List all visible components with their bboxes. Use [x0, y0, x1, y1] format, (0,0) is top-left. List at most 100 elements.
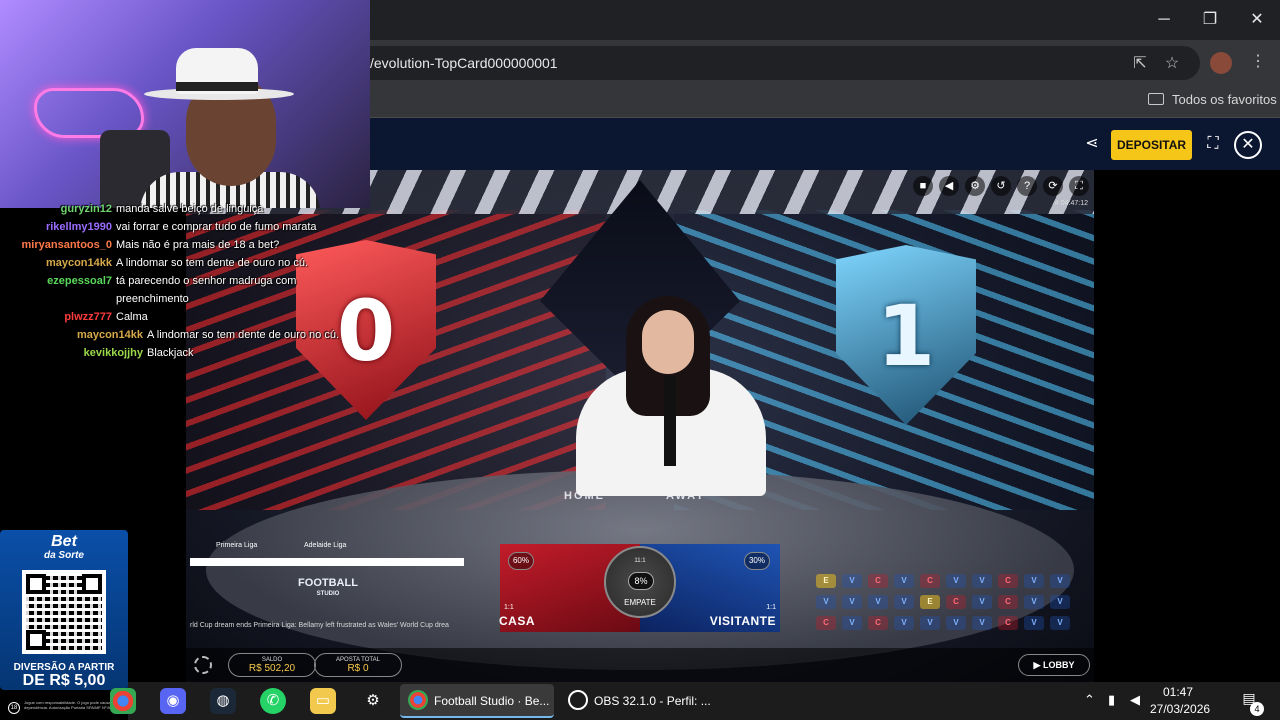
- taskbar-app-football-studio[interactable]: Football Studio · Be...: [400, 684, 554, 718]
- share-icon[interactable]: ⋖: [1082, 134, 1102, 154]
- fullscreen-icon[interactable]: ⛶: [1202, 133, 1224, 155]
- road-result-cell: V: [946, 574, 966, 588]
- settings-icon[interactable]: ⚙: [965, 176, 985, 196]
- volume-icon[interactable]: ◀: [939, 176, 959, 196]
- chat-username[interactable]: maycon14kk: [0, 257, 112, 269]
- tray-chevron-icon[interactable]: ⌃: [1084, 692, 1095, 708]
- home-bet-percent: 60%: [508, 552, 534, 570]
- logo-line1: FOOTBALL: [298, 577, 358, 589]
- bet-tie-area[interactable]: 11:1 8% EMPATE: [604, 546, 676, 618]
- road-result-cell: V: [868, 595, 888, 609]
- chat-message: miryansantoos_0 Mais não é pra mais de 18…: [0, 239, 280, 251]
- age-badge: 18: [8, 702, 20, 714]
- taskbar-app-obs[interactable]: OBS 32.1.0 - Perfil: ...: [560, 684, 714, 718]
- road-result-cell: C: [868, 616, 888, 630]
- chat-text: vai forrar e comprar tudo de fumo marata: [116, 221, 317, 233]
- settings-gear-icon[interactable]: ⚙: [360, 688, 386, 714]
- road-result-cell: V: [920, 616, 940, 630]
- omnibox[interactable]: /evolution-TopCard000000001 ⇱ ☆: [300, 46, 1200, 80]
- install-app-icon[interactable]: ⇱: [1130, 54, 1150, 74]
- chat-text: tá parecendo o senhor madruga com: [116, 275, 297, 287]
- steam-icon[interactable]: ◍: [210, 688, 236, 714]
- news-ticker: rld Cup dream ends Primeira Liga: Bellam…: [190, 622, 449, 629]
- road-result-cell: V: [972, 616, 992, 630]
- road-result-cell: V: [842, 616, 862, 630]
- promo-brand: Bet: [51, 533, 77, 550]
- windows-taskbar: ◉ ◍ ✆ ▭ ⚙ Football Studio · Be... OBS 32…: [110, 682, 1280, 720]
- lobby-button[interactable]: ▶ LOBBY: [1018, 654, 1090, 676]
- bookmark-star-icon[interactable]: ☆: [1162, 54, 1182, 74]
- chat-username[interactable]: miryansantoos_0: [0, 239, 112, 251]
- road-result-cell: V: [894, 616, 914, 630]
- balance-pill: SALDO R$ 502,20: [228, 653, 316, 677]
- screen: ─ ❐ ✕ /evolution-TopCard000000001 ⇱ ☆ ⋮ …: [0, 0, 1280, 720]
- lobby-label: LOBBY: [1042, 660, 1075, 670]
- profile-avatar[interactable]: [1210, 52, 1232, 74]
- speaker-icon[interactable]: ◀: [1130, 692, 1140, 708]
- away-bet-percent: 30%: [744, 552, 770, 570]
- file-explorer-icon[interactable]: ▭: [310, 688, 336, 714]
- history-icon[interactable]: ↺: [991, 176, 1011, 196]
- fullscreen-game-icon[interactable]: ⛶: [1069, 176, 1089, 196]
- road-result-cell: C: [998, 616, 1018, 630]
- chat-message: preenchimento: [0, 293, 189, 305]
- ticker-right-league: Adelaide Liga: [304, 542, 347, 549]
- balance-value: R$ 502,20: [248, 663, 296, 674]
- chat-text: A lindomar so tem dente de ouro no cú.: [147, 329, 340, 341]
- url-text[interactable]: /evolution-TopCard000000001: [370, 55, 558, 71]
- road-result-cell: V: [842, 574, 862, 588]
- tie-bet-percent: 8%: [628, 572, 654, 590]
- qr-corner-bl: [26, 630, 46, 650]
- discord-icon[interactable]: ◉: [160, 688, 186, 714]
- road-result-cell: E: [920, 595, 940, 609]
- chat-username[interactable]: kevikkojjhy: [0, 347, 143, 359]
- minimize-button[interactable]: ─: [1152, 8, 1176, 32]
- home-bet-label: CASA: [499, 614, 536, 628]
- browser-menu-icon[interactable]: ⋮: [1248, 52, 1268, 72]
- microphone-icon[interactable]: ▮: [1108, 692, 1115, 708]
- chat-username[interactable]: guryzin12: [0, 203, 112, 215]
- chat-username[interactable]: maycon14kk: [0, 329, 143, 341]
- taskbar-app-label: OBS 32.1.0 - Perfil: ...: [594, 694, 711, 708]
- chat-message: maycon14kk A lindomar so tem dente de our…: [0, 329, 339, 341]
- away-odds: 1:1: [766, 604, 776, 611]
- clock-time: 01:47: [1162, 685, 1194, 699]
- road-result-cell: C: [998, 595, 1018, 609]
- chat-message: kevikkojjhy Blackjack: [0, 347, 194, 359]
- video-icon[interactable]: ■: [913, 176, 933, 196]
- taskbar-app-label: Football Studio · Be...: [434, 694, 550, 708]
- game-bottom-bar: SALDO R$ 502,20 APOSTA TOTAL R$ 0 ▶ LOBB…: [186, 648, 1094, 682]
- deposit-button[interactable]: DEPOSITAR: [1111, 130, 1192, 160]
- whatsapp-icon[interactable]: ✆: [260, 688, 286, 714]
- road-result-cell: C: [920, 574, 940, 588]
- restore-button[interactable]: ❐: [1198, 8, 1222, 32]
- help-icon[interactable]: ?: [1017, 176, 1037, 196]
- road-result-cell: C: [946, 595, 966, 609]
- close-window-button[interactable]: ✕: [1245, 8, 1269, 32]
- away-bet-label: VISITANTE: [709, 614, 776, 628]
- chat-text: Calma: [116, 311, 148, 323]
- chrome-app-icon: [408, 690, 428, 710]
- results-road: EVCVCVVCVVVVVVECVCVVCVCVVVVCVV: [816, 574, 1084, 638]
- system-clock[interactable]: 01:47 27/03/2026: [1150, 684, 1211, 718]
- logo-line2: STUDIO: [316, 591, 340, 597]
- road-result-cell: C: [868, 574, 888, 588]
- clock-date: 27/03/2026: [1150, 702, 1211, 716]
- road-result-cell: C: [998, 574, 1018, 588]
- road-result-cell: V: [972, 574, 992, 588]
- chips-icon[interactable]: [194, 656, 212, 674]
- road-result-cell: V: [1024, 574, 1044, 588]
- webcam-overlay: [0, 0, 370, 208]
- chat-message: plwzz777 Calma: [0, 311, 148, 323]
- close-game-button[interactable]: ✕: [1234, 131, 1262, 159]
- chrome-icon[interactable]: [110, 688, 136, 714]
- chat-username[interactable]: rikellmy1990: [0, 221, 112, 233]
- refresh-icon[interactable]: ⟳: [1043, 176, 1063, 196]
- chat-username[interactable]: plwzz777: [0, 311, 112, 323]
- chat-username[interactable]: ezepessoal7: [0, 275, 112, 287]
- chat-message: ezepessoal7 tá parecendo o senhor madruga…: [0, 275, 296, 287]
- game-id: # 04:47:12: [1054, 200, 1088, 207]
- chat-message: rikellmy1990 vai forrar e comprar tudo de…: [0, 221, 317, 233]
- all-bookmarks-folder[interactable]: Todos os favoritos: [1148, 92, 1277, 107]
- road-result-cell: V: [816, 595, 836, 609]
